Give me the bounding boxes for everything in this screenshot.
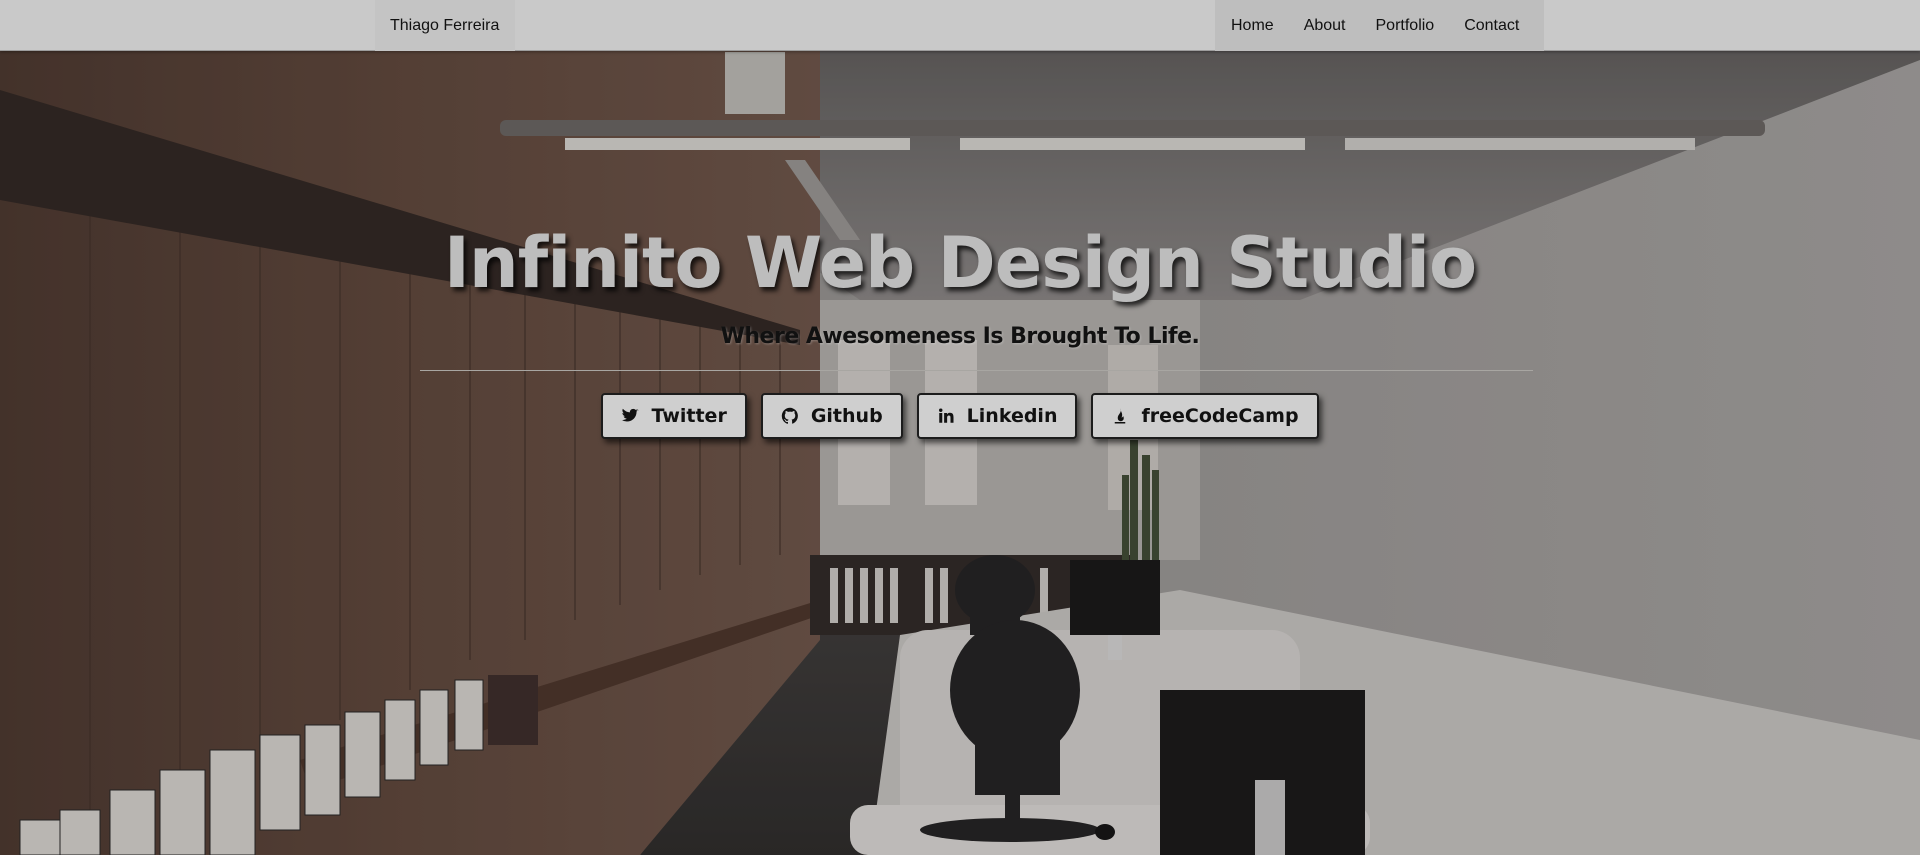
hero-divider <box>420 370 1533 371</box>
hero-subtitle: Where Awesomeness Is Brought To Life. <box>720 324 1200 349</box>
nav-link-about[interactable]: About <box>1304 17 1346 35</box>
brand-link[interactable]: Thiago Ferreira <box>375 0 515 51</box>
linkedin-label: Linkedin <box>966 405 1058 427</box>
github-label: Github <box>810 405 883 427</box>
linkedin-icon <box>937 407 955 425</box>
top-navbar: Thiago Ferreira Home About Portfolio Con… <box>0 0 1920 51</box>
twitter-icon <box>621 407 639 425</box>
freecodecamp-button[interactable]: freeCodeCamp <box>1091 393 1319 439</box>
github-button[interactable]: Github <box>760 393 903 439</box>
twitter-label: Twitter <box>651 405 727 427</box>
freecodecamp-label: freeCodeCamp <box>1141 405 1299 427</box>
github-icon <box>781 407 799 425</box>
hero-title: Infinito Web Design Studio <box>443 222 1477 304</box>
twitter-button[interactable]: Twitter <box>601 393 747 439</box>
linkedin-button[interactable]: Linkedin <box>916 393 1078 439</box>
nav-link-home[interactable]: Home <box>1231 17 1274 35</box>
fire-icon <box>1111 407 1129 425</box>
nav-link-portfolio[interactable]: Portfolio <box>1376 17 1435 35</box>
social-buttons: Twitter Github Linkedin freeCodeCamp <box>0 393 1920 439</box>
nav-link-contact[interactable]: Contact <box>1464 17 1519 35</box>
nav-links: Home About Portfolio Contact <box>1215 0 1544 51</box>
